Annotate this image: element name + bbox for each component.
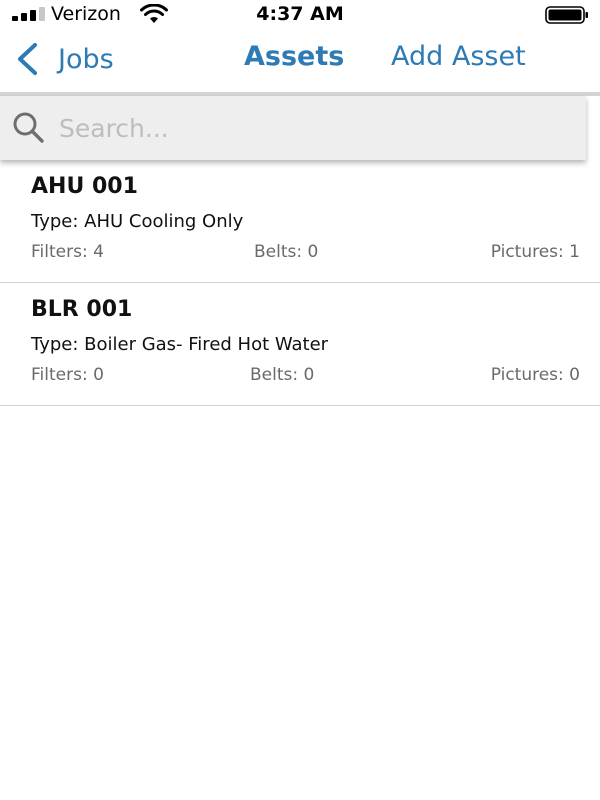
search-bar xyxy=(0,96,586,160)
navigation-bar: Jobs Assets Add Asset xyxy=(0,30,600,92)
battery-icon xyxy=(545,6,588,24)
belts-count: Belts: 0 xyxy=(254,242,319,262)
asset-name: BLR 001 xyxy=(31,297,133,322)
filters-count: Filters: 4 xyxy=(31,242,104,262)
search-input[interactable] xyxy=(57,112,557,144)
back-button[interactable]: Jobs xyxy=(14,40,114,78)
back-button-label: Jobs xyxy=(58,43,114,75)
asset-list: AHU 001 Type: AHU Cooling Only Filters: … xyxy=(0,160,600,406)
search-icon xyxy=(13,112,44,143)
chevron-left-icon xyxy=(18,43,37,75)
belts-count: Belts: 0 xyxy=(250,365,315,385)
pictures-count: Pictures: 0 xyxy=(490,365,580,385)
asset-type: Type: AHU Cooling Only xyxy=(31,211,244,232)
page-title: Assets xyxy=(244,41,345,72)
add-asset-button[interactable]: Add Asset xyxy=(391,41,526,72)
status-bar: Verizon 4:37 AM xyxy=(0,0,600,30)
asset-name: AHU 001 xyxy=(31,174,138,199)
pictures-count: Pictures: 1 xyxy=(490,242,580,262)
clock-time: 4:37 AM xyxy=(256,3,344,25)
asset-row[interactable]: AHU 001 Type: AHU Cooling Only Filters: … xyxy=(0,160,600,283)
filters-count: Filters: 0 xyxy=(31,365,104,385)
asset-row[interactable]: BLR 001 Type: Boiler Gas- Fired Hot Wate… xyxy=(0,283,600,406)
asset-type: Type: Boiler Gas- Fired Hot Water xyxy=(31,334,329,355)
